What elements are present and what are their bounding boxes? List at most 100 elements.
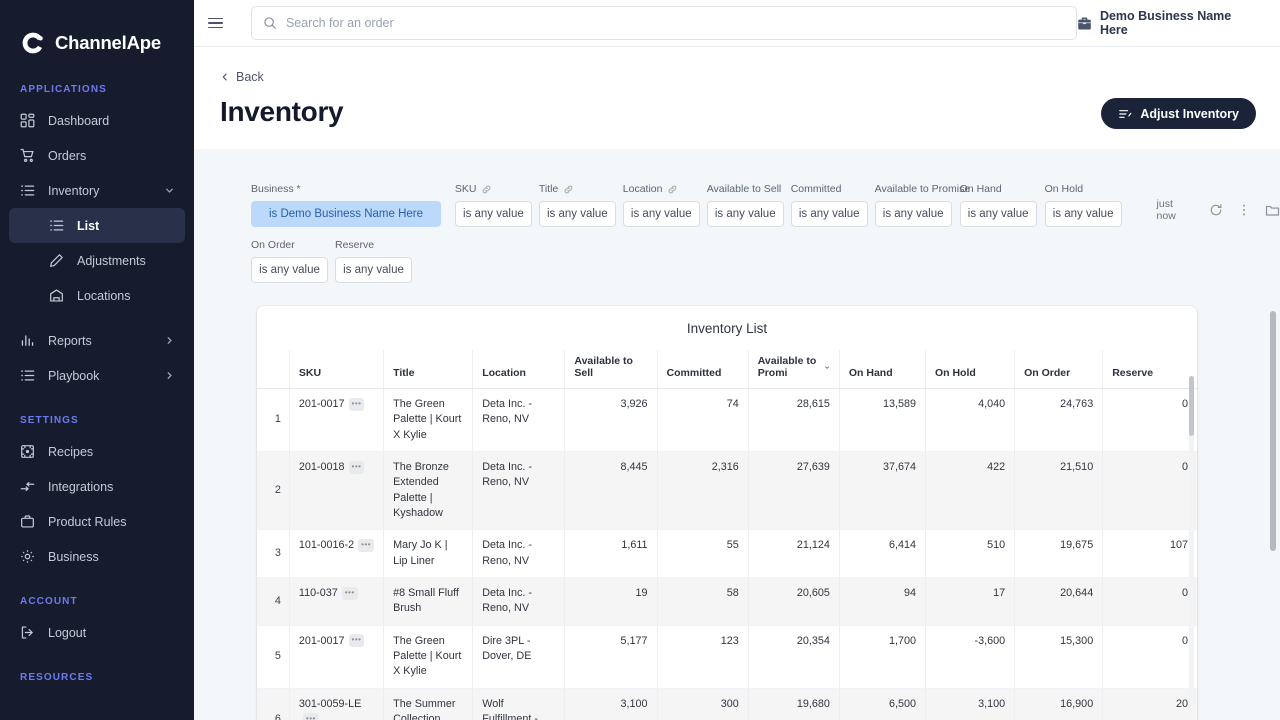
table-header-sku[interactable]: SKU [288, 350, 384, 389]
sidebar-item-list[interactable]: List [9, 208, 185, 243]
page-scrollbar[interactable] [1270, 311, 1276, 711]
business-selector[interactable]: Demo Business Name Here [1077, 9, 1264, 37]
filter-value-chip[interactable]: is any value [335, 257, 412, 283]
table-header-available-to-promise[interactable]: Available to Promi [747, 350, 840, 389]
sidebar-item-recipes[interactable]: Recipes [9, 434, 185, 469]
table-row[interactable]: 6301-0059-LE•••The Summer Collection Bun… [257, 688, 1197, 720]
cell-available-to-sell: 8,445 [564, 451, 658, 531]
sku-overflow-icon[interactable]: ••• [341, 586, 358, 600]
sidebar-item-label: Integrations [48, 479, 114, 494]
filter-value-chip[interactable]: is any value [622, 201, 700, 227]
chevron-right-icon[interactable] [164, 335, 175, 346]
cell-title: The Green Palette | Kourt X Kylie [383, 625, 473, 689]
filter-value-chip[interactable]: is any value [706, 201, 784, 227]
brand[interactable]: ChannelApe [0, 0, 194, 62]
sidebar-item-dashboard[interactable]: Dashboard [9, 103, 185, 138]
cell-on-order: 15,300 [1014, 625, 1103, 689]
integrations-icon [20, 479, 40, 494]
table-row[interactable]: 4 110-037 ••• #8 Small Fluff Brush Deta Inc.… [257, 577, 1197, 626]
sidebar-item-adjustments[interactable]: Adjustments [9, 243, 185, 278]
filter-value-chip[interactable]: is any value [538, 201, 616, 227]
sidebar-item-business[interactable]: Business [9, 539, 185, 574]
sidebar-item-label: Adjustments [77, 253, 146, 268]
filter-value-chip[interactable]: is any value [790, 201, 868, 227]
filter-value-chip[interactable]: is any value [959, 201, 1037, 227]
cell-on-order: 16,900 [1014, 688, 1103, 720]
table-header-on-hold[interactable]: On Hold [924, 350, 1015, 389]
more-vertical-icon[interactable] [1237, 203, 1251, 217]
sidebar-item-reports[interactable]: Reports [9, 323, 185, 358]
filter-value-chip[interactable]: is any value [874, 201, 952, 227]
table-header-location[interactable]: Location [472, 350, 565, 389]
list-icon [20, 368, 40, 383]
filter-reserve: Reserve is any value [335, 239, 419, 283]
sidebar-item-integrations[interactable]: Integrations [9, 469, 185, 504]
cell-committed: 55 [656, 529, 749, 578]
sidebar-item-label: Logout [48, 625, 87, 640]
sku-overflow-icon[interactable]: ••• [302, 712, 319, 720]
sidebar-item-playbook[interactable]: Playbook [9, 358, 185, 393]
table-header-on-hand[interactable]: On Hand [838, 350, 926, 389]
chevron-down-icon[interactable] [164, 185, 175, 196]
cell-location: Deta Inc. - Reno, NV [472, 577, 565, 626]
filter-value-chip[interactable]: is any value [1044, 201, 1122, 227]
table-scrollbar[interactable] [1189, 376, 1194, 706]
cell-reserve: 0 [1102, 625, 1197, 689]
table-header-title[interactable]: Title [383, 350, 473, 389]
cell-sku: 201-0018 ••• [288, 451, 384, 531]
filter-committed: Committed is any value [790, 183, 875, 227]
brand-name: ChannelApe [55, 32, 161, 53]
table-header-committed[interactable]: Committed [656, 350, 749, 389]
cell-idx: 2 [257, 451, 290, 531]
cell-sku: 201-0017 ••• [288, 388, 384, 452]
cell-title: The Bronze Extended Palette | Kyshadow [383, 451, 473, 531]
search-input[interactable] [285, 16, 1065, 30]
table-header-available-to-sell[interactable]: Available to Sell [564, 350, 658, 389]
table-header-reserve[interactable]: Reserve [1102, 350, 1197, 389]
sku-overflow-icon[interactable]: ••• [348, 397, 365, 411]
sku-overflow-icon[interactable]: ••• [358, 538, 375, 552]
sidebar-item-label: Inventory [48, 183, 100, 198]
cell-on-hand: 94 [838, 577, 926, 626]
inventory-table: SKU Title Location Available to Sell Committ… [257, 350, 1197, 720]
filter-value-chip[interactable]: is Demo Business Name Here [251, 201, 441, 227]
main-area: Demo Business Name Here Back Inventory A… [194, 0, 1280, 720]
warehouse-icon [49, 288, 69, 303]
table-row[interactable]: 3 101-0016-2 ••• Mary Jo K | Lip Liner Deta … [257, 529, 1197, 578]
sidebar-item-label: Playbook [48, 368, 100, 383]
chevron-right-icon[interactable] [164, 370, 175, 381]
sidebar-item-locations[interactable]: Locations [9, 278, 185, 313]
cell-reserve: 20 [1102, 688, 1197, 720]
refresh-icon[interactable] [1209, 203, 1223, 217]
sidebar-item-logout[interactable]: Logout [9, 615, 185, 650]
cart-icon [20, 148, 40, 163]
sidebar-item-product-rules[interactable]: Product Rules [9, 504, 185, 539]
back-link[interactable]: Back [220, 70, 264, 84]
search-box[interactable] [250, 6, 1077, 40]
sidebar-item-label: Orders [48, 148, 87, 163]
table-row[interactable]: 2 201-0018 ••• The Bronze Extended Palette … [257, 451, 1197, 531]
cell-reserve: 0 [1102, 388, 1197, 452]
filter-value-chip[interactable]: is any value [251, 257, 328, 283]
table-header-row: SKU Title Location Available to Sell Committ… [257, 350, 1197, 389]
filter-value-chip[interactable]: is any value [454, 201, 532, 227]
back-label: Back [236, 70, 264, 84]
sku-overflow-icon[interactable]: ••• [348, 634, 365, 648]
filter-business: Business * is Demo Business Name Here [251, 183, 455, 227]
menu-toggle-icon[interactable] [208, 12, 230, 34]
cell-location: Deta Inc. - Reno, NV [472, 388, 565, 452]
table-header-on-order[interactable]: On Order [1014, 350, 1103, 389]
sidebar-item-inventory[interactable]: Inventory [9, 173, 185, 208]
page-header: Back Inventory Adjust Inventory [194, 47, 1280, 129]
sidebar-item-label: Dashboard [48, 113, 110, 128]
adjust-inventory-button[interactable]: Adjust Inventory [1101, 98, 1256, 129]
filter-label: Location [623, 183, 707, 195]
folder-icon[interactable] [1265, 203, 1280, 218]
sku-overflow-icon[interactable]: ••• [348, 460, 365, 474]
cell-available-to-promise: 19,680 [747, 688, 840, 720]
table-row[interactable]: 1 201-0017 ••• The Green Palette | Kourt X … [257, 388, 1197, 452]
table-row[interactable]: 5 201-0017 ••• The Green Palette | Kourt X … [257, 625, 1197, 689]
sidebar-item-orders[interactable]: Orders [9, 138, 185, 173]
logout-icon [20, 625, 40, 640]
filter-label: Business * [251, 183, 301, 195]
